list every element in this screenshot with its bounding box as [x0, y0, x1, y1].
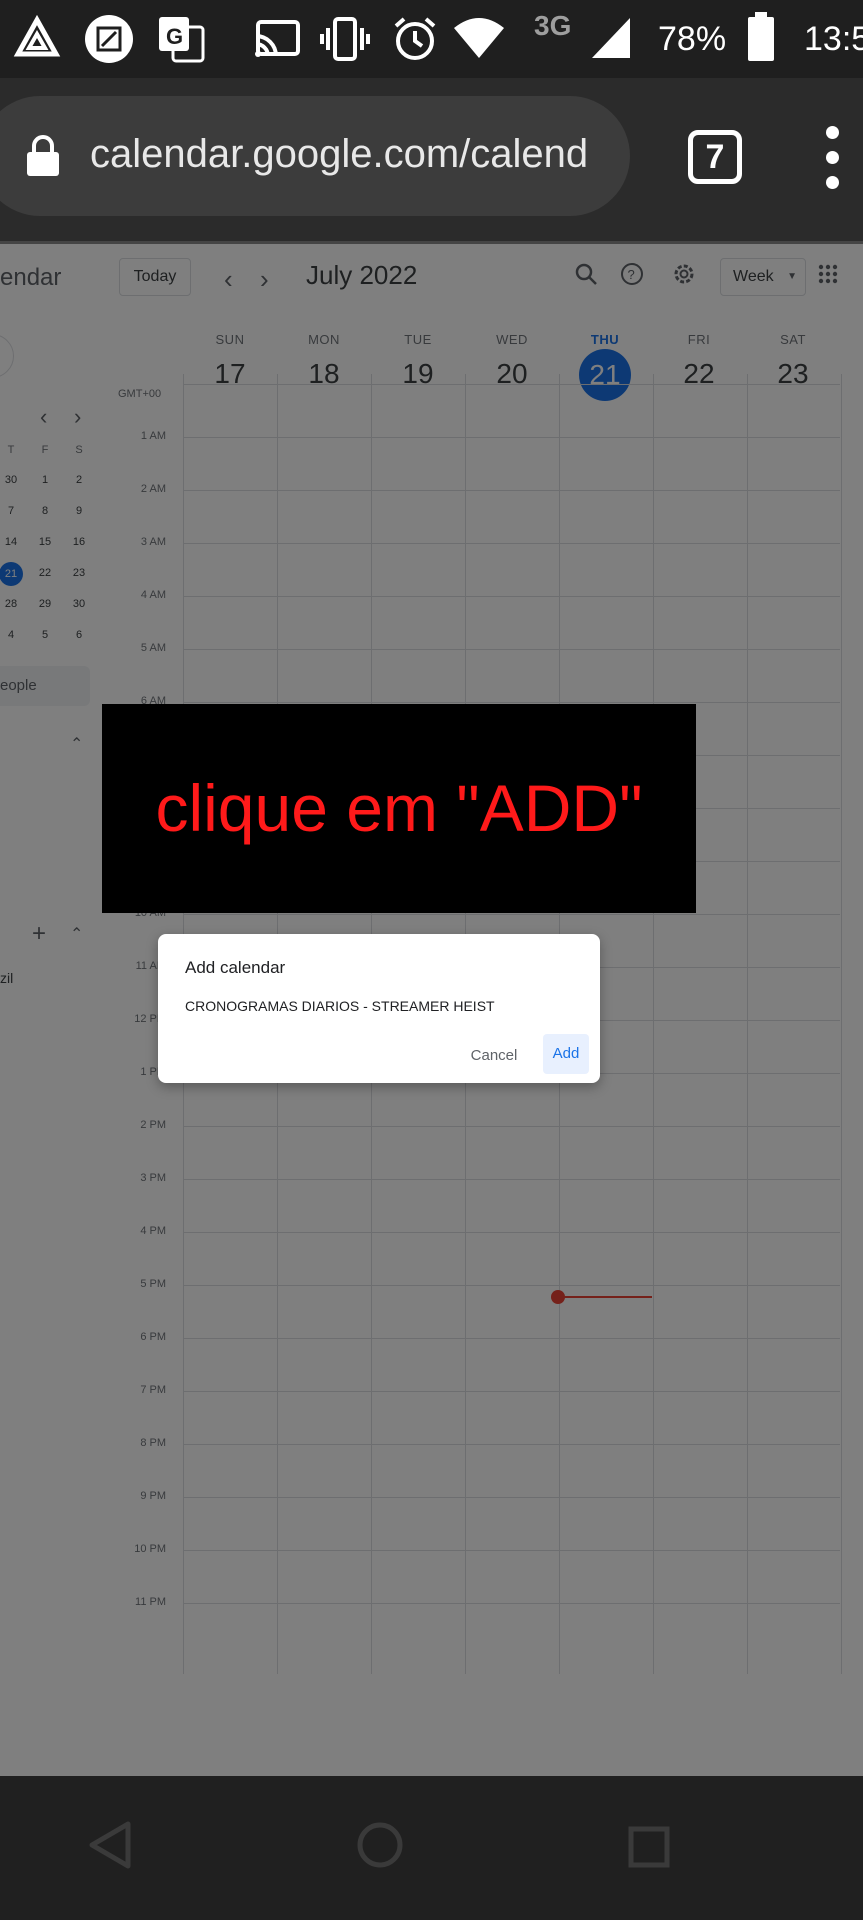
vibrate-icon: [320, 14, 370, 69]
battery-icon: [746, 12, 776, 67]
recents-icon[interactable]: [628, 1826, 670, 1873]
signal-icon: [590, 14, 632, 65]
android-nav-bar: [0, 1776, 863, 1920]
tutorial-annotation: clique em "ADD": [102, 704, 696, 913]
tab-switcher-button[interactable]: 7: [688, 130, 742, 184]
battery-percent: 78%: [658, 20, 727, 58]
home-icon[interactable]: [356, 1821, 404, 1874]
svg-text:G: G: [166, 24, 183, 49]
lock-icon: [25, 134, 61, 183]
add-button[interactable]: Add: [543, 1034, 589, 1074]
browser-toolbar: calendar.google.com/calend 7: [0, 78, 863, 241]
dialog-title: Add calendar: [185, 958, 286, 977]
status-bar: G 3G 78% 13:5: [0, 0, 863, 78]
add-calendar-dialog: Add calendar CRONOGRAMAS DIARIOS - STREA…: [158, 934, 600, 1083]
alarm-icon: [390, 14, 440, 69]
screenshot-icon: [84, 14, 134, 69]
drive-icon: [12, 14, 62, 69]
calendar-name: CRONOGRAMAS DIARIOS - STREAMER HEIST: [185, 998, 495, 1014]
cancel-button[interactable]: Cancel: [462, 1038, 526, 1074]
wifi-icon: [452, 14, 506, 69]
back-icon[interactable]: [86, 1820, 134, 1875]
address-bar[interactable]: calendar.google.com/calend: [0, 96, 630, 216]
translate-icon: G: [156, 14, 206, 69]
browser-menu-icon[interactable]: [820, 126, 850, 190]
cast-icon: [252, 14, 302, 69]
clock: 13:5: [804, 20, 863, 58]
network-type: 3G: [534, 10, 572, 41]
url-text: calendar.google.com/calend: [90, 132, 589, 176]
